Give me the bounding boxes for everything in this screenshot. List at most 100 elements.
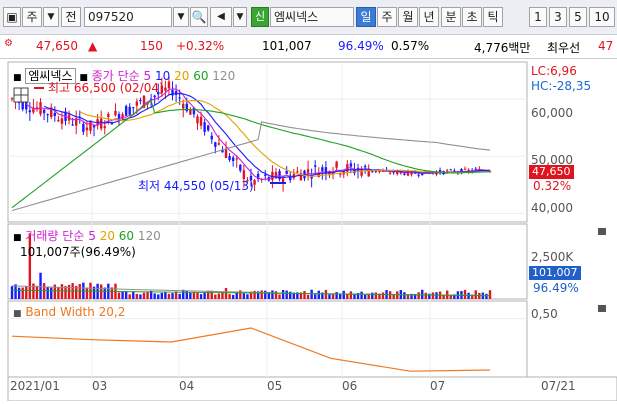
candle-body (306, 169, 310, 173)
period-month-tab[interactable]: 월 (398, 7, 418, 27)
toolbar: ▣ 주 ▼ 전 097520 ▼ 🔍 ◀ ▼ 신 엠씨넥스 일 주 월 년 분 … (0, 0, 617, 35)
volume-bar (167, 293, 171, 299)
candle-body (135, 101, 139, 106)
period-minute-tab[interactable]: 분 (441, 7, 461, 27)
volume-bar (178, 293, 181, 299)
candle-body (103, 126, 106, 129)
candle-body (53, 112, 57, 116)
volume-legend-ma: 단순 (62, 229, 85, 243)
lc-label: LC:6,96 (531, 64, 577, 78)
period-day-tab[interactable]: 일 (356, 7, 376, 27)
volume-bar (231, 294, 235, 299)
candle-body (321, 167, 324, 172)
volume-bar (157, 294, 160, 299)
volume-bar (192, 291, 196, 299)
minute-option-5[interactable]: 5 (569, 7, 587, 27)
chart-area[interactable]: ■ 엠씨넥스 ■ 종가 단순 5 10 20 60 120 최고 66,500 … (0, 59, 617, 402)
current-price-tag: 47,650 (529, 165, 574, 179)
volume-bar (199, 294, 203, 299)
volume-bar (189, 292, 192, 299)
candle-body (296, 171, 299, 173)
volume-bar (10, 286, 14, 299)
minute-option-1[interactable]: 1 (529, 7, 547, 27)
volume-bar (274, 291, 278, 299)
minute-option-10[interactable]: 10 (589, 7, 615, 27)
period-week-tab[interactable]: 주 (377, 7, 397, 27)
candle-body (264, 174, 267, 176)
volume-bar (135, 293, 139, 299)
legend-square-icon: ■ (13, 309, 22, 319)
speaker-icon[interactable]: ◀ (210, 7, 232, 27)
volume-bar (381, 292, 385, 299)
candle-body (367, 171, 370, 177)
bw-legend-name[interactable]: Band Width 20,2 (25, 305, 125, 319)
trade-amount: 4,776백만 (474, 41, 531, 55)
candle-body (82, 123, 85, 132)
code-dropdown-icon[interactable]: ▼ (173, 7, 189, 27)
candle-body (139, 100, 142, 102)
minute-option-3[interactable]: 3 (549, 7, 567, 27)
bw-panel-close-icon[interactable] (598, 305, 606, 312)
volume-legend-name[interactable]: 거래량 (25, 229, 58, 243)
candle-body (107, 113, 110, 117)
candle-body (199, 116, 203, 126)
candle-body (285, 170, 288, 174)
best-ask-price: 47 (598, 39, 614, 53)
candle-body (196, 116, 199, 124)
settings-icon[interactable]: ⚙ (4, 38, 13, 49)
period-tick-tab[interactable]: 틱 (483, 7, 503, 27)
volume-bar (242, 293, 246, 299)
volume-bar (324, 289, 328, 299)
volume-bar (196, 292, 199, 299)
volume-bar (335, 292, 338, 299)
best-ask-label: 최우선 (547, 41, 581, 55)
candle-body (132, 107, 135, 109)
candle-body (445, 170, 449, 172)
volume-bar (264, 290, 267, 299)
candle-body (85, 127, 89, 131)
up-arrow-icon: ▲ (88, 39, 98, 53)
volume-bar (128, 294, 131, 299)
volume-bar (485, 293, 488, 299)
volume-bar (217, 293, 221, 299)
current-volume-tag: 101,007 (529, 266, 581, 280)
volume-bar (32, 283, 35, 299)
volume-bar (228, 294, 231, 299)
volume-panel-close-icon[interactable] (598, 228, 606, 235)
speaker-dropdown-icon[interactable]: ▼ (233, 7, 247, 27)
x-label-right-date: 07/21 (541, 379, 576, 393)
volume-bar (171, 293, 174, 299)
legend-square-icon: ■ (13, 233, 22, 243)
volume-bar (342, 290, 345, 299)
bw-axis-label: 0,50 (531, 307, 558, 321)
candle-body (228, 156, 231, 160)
volume-bar (64, 286, 67, 299)
stock-code-input[interactable]: 097520 (84, 7, 172, 27)
candle-body (114, 110, 117, 116)
candle-body (203, 122, 206, 132)
x-label-03: 03 (92, 379, 108, 393)
volume-legend: ■ 거래량 단순 5 20 60 120 (13, 227, 161, 244)
volume-bar (317, 290, 320, 299)
volume-bar (60, 284, 64, 299)
market-dropdown-icon[interactable]: ▼ (43, 7, 59, 27)
candle-body (28, 110, 32, 113)
view-toggle-button[interactable]: 전 (61, 7, 81, 27)
volume-bar (210, 290, 213, 299)
candle-body (128, 106, 131, 115)
candle-body (164, 87, 167, 91)
period-year-tab[interactable]: 년 (419, 7, 439, 27)
volume-bar (39, 272, 42, 299)
candle-body (60, 118, 64, 124)
volume-bar (374, 292, 378, 299)
search-icon[interactable]: 🔍 (190, 7, 208, 27)
period-second-tab[interactable]: 초 (462, 7, 482, 27)
market-selector[interactable]: 주 (22, 7, 42, 27)
volume-bar (271, 290, 274, 299)
vol-ma-5-label: 5 (88, 229, 96, 243)
candle-body (124, 106, 128, 116)
window-icon[interactable]: ▣ (3, 7, 21, 27)
candle-body (253, 180, 256, 185)
volume-bar (103, 287, 106, 299)
volume-bar (360, 291, 363, 299)
